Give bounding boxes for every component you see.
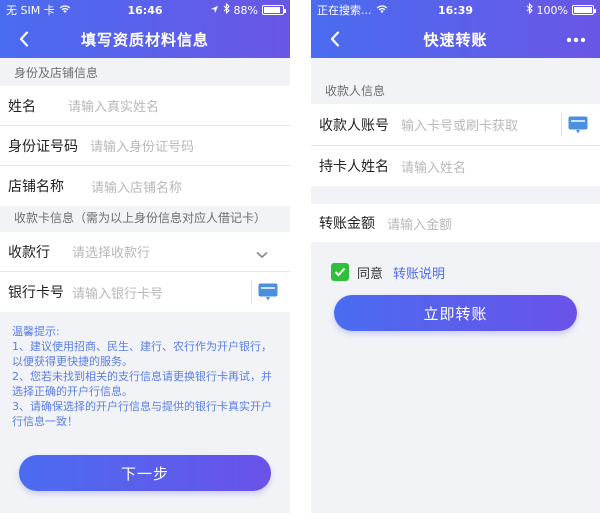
name-input[interactable]: 请输入真实姓名 [68, 96, 290, 115]
location-icon [210, 4, 219, 17]
screenshot-stage: 无 SIM 卡 16:46 88% 填写资质材料信息 身份及店铺信息 姓名 请输… [0, 0, 600, 513]
left-header: 无 SIM 卡 16:46 88% 填写资质材料信息 [0, 0, 290, 58]
tip-line: 2、您若未找到相关的支行信息请更换银行卡再试，并选择正确的开户行信息。 [12, 370, 272, 398]
bank-select-field[interactable]: 收款行 请选择收款行 [0, 232, 290, 272]
battery-percent: 100% [536, 3, 568, 17]
more-icon[interactable] [566, 28, 586, 47]
amount-field[interactable]: 转账金额 请输入金额 [311, 204, 600, 242]
battery-icon [262, 5, 286, 15]
field-label: 店铺名称 [8, 179, 64, 195]
payee-account-field[interactable]: 收款人账号 输入卡号或刷卡获取 [311, 104, 600, 146]
cardholder-name-field[interactable]: 持卡人姓名 请输入姓名 [311, 146, 600, 186]
card-reader-icon[interactable] [251, 281, 280, 303]
bluetooth-icon [223, 2, 230, 17]
card-reader-icon[interactable] [561, 114, 590, 136]
tips-box: 温馨提示: 1、建议使用招商、民生、建行、农行作为开户银行，以便获得更快捷的服务… [0, 312, 290, 429]
card-number-field[interactable]: 银行卡号 请输入银行卡号 [0, 272, 290, 312]
field-label: 银行卡号 [8, 285, 64, 301]
card-form: 收款行 请选择收款行 银行卡号 请输入银行卡号 [0, 232, 290, 312]
name-field[interactable]: 姓名 请输入真实姓名 [0, 86, 290, 126]
section-title-payee: 收款人信息 [325, 83, 386, 98]
battery-percent: 88% [233, 3, 258, 17]
id-number-input[interactable]: 请输入身份证号码 [90, 136, 290, 155]
id-number-field[interactable]: 身份证号码 请输入身份证号码 [0, 126, 290, 166]
shop-name-input[interactable]: 请输入店铺名称 [91, 177, 290, 196]
field-label: 收款人账号 [319, 117, 389, 134]
cardholder-name-input[interactable]: 请输入姓名 [401, 157, 600, 176]
amount-input[interactable]: 请输入金额 [387, 214, 600, 233]
field-label: 姓名 [8, 98, 36, 115]
agreement-row: 同意 转账说明 [311, 260, 600, 284]
agree-checkbox[interactable] [331, 263, 349, 281]
left-status-bar: 无 SIM 卡 16:46 88% [0, 0, 290, 20]
field-label: 转账金额 [319, 216, 375, 232]
tip-line: 1、建议使用招商、民生、建行、农行作为开户银行，以便获得更快捷的服务。 [12, 340, 272, 368]
back-arrow-icon[interactable] [323, 27, 347, 51]
section-title-card: 收款卡信息（需为以上身份信息对应人借记卡） [14, 211, 267, 225]
field-label: 身份证号码 [8, 138, 78, 155]
battery-icon [572, 5, 596, 15]
right-header: 正在搜索... 16:39 100% 快速转账 [311, 0, 600, 58]
agree-text: 同意 [357, 266, 384, 282]
chevron-down-icon[interactable] [256, 244, 268, 263]
next-step-button[interactable]: 下一步 [19, 455, 271, 491]
page-title: 填写资质材料信息 [80, 30, 209, 49]
right-phone-screen: 正在搜索... 16:39 100% 快速转账 收款人信息 收款人账号 输入卡号… [311, 0, 600, 513]
shop-name-field[interactable]: 店铺名称 请输入店铺名称 [0, 166, 290, 206]
right-status-bar: 正在搜索... 16:39 100% [311, 0, 600, 20]
transfer-terms-link[interactable]: 转账说明 [393, 263, 445, 282]
identity-form: 姓名 请输入真实姓名 身份证号码 请输入身份证号码 店铺名称 请输入店铺名称 [0, 86, 290, 206]
payee-form: 收款人账号 输入卡号或刷卡获取 持卡人姓名 请输入姓名 [311, 104, 600, 186]
tip-line: 3、请确保选择的开户行信息与提供的银行卡真实开户行信息一致！ [12, 400, 272, 428]
page-title: 快速转账 [423, 30, 488, 49]
field-label: 持卡人姓名 [319, 159, 389, 175]
section-title-identity: 身份及店铺信息 [14, 65, 99, 80]
back-arrow-icon[interactable] [12, 27, 36, 51]
bluetooth-icon [526, 2, 533, 17]
field-label: 收款行 [8, 244, 50, 261]
transfer-now-button[interactable]: 立即转账 [334, 295, 577, 331]
amount-form: 转账金额 请输入金额 [311, 204, 600, 242]
left-phone-screen: 无 SIM 卡 16:46 88% 填写资质材料信息 身份及店铺信息 姓名 请输… [0, 0, 290, 513]
tips-title: 温馨提示: [12, 325, 60, 338]
